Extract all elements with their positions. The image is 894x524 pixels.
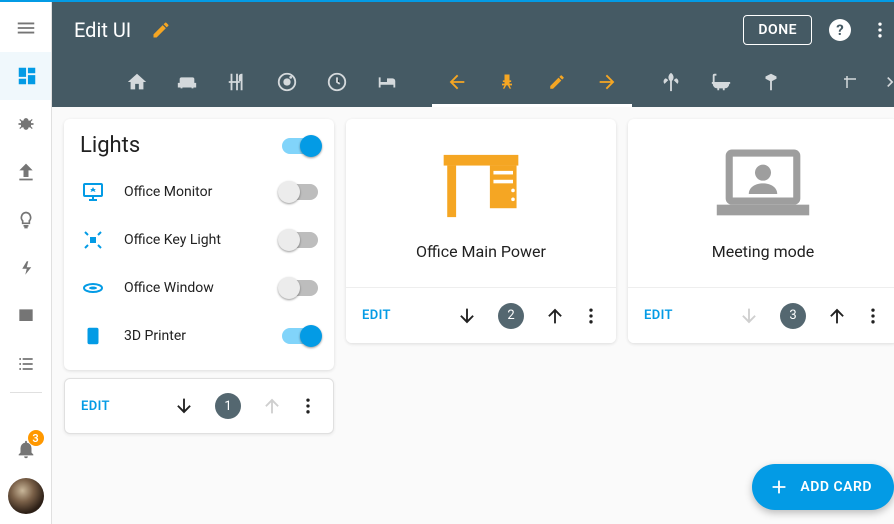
plus-icon — [768, 476, 790, 498]
edit-card-link[interactable]: EDIT — [644, 308, 673, 323]
tab-garden-icon[interactable] — [646, 57, 696, 107]
power-card: Office Main Power EDIT 2 — [346, 119, 616, 343]
tab-bed-icon[interactable] — [362, 57, 412, 107]
move-up-icon[interactable] — [820, 299, 854, 333]
card-edit-bar: EDIT 1 — [64, 378, 334, 434]
light-label: 3D Printer — [124, 328, 264, 344]
avatar[interactable] — [8, 478, 44, 514]
card-order-badge: 2 — [498, 303, 524, 329]
tab-add-icon[interactable] — [830, 57, 870, 107]
nav-debug[interactable] — [2, 100, 50, 148]
tab-camera-icon[interactable] — [746, 57, 796, 107]
light-toggle[interactable] — [282, 184, 318, 200]
edit-card-link[interactable]: EDIT — [362, 308, 391, 323]
svg-text:?: ? — [836, 21, 843, 39]
done-button[interactable]: DONE — [743, 15, 812, 45]
card-more-icon[interactable] — [858, 301, 888, 331]
light-row: Office Monitor — [80, 168, 318, 216]
move-down-icon[interactable] — [450, 299, 484, 333]
nav-updates[interactable] — [2, 148, 50, 196]
fab-label: ADD CARD — [800, 479, 872, 495]
tab-laundry-icon[interactable] — [262, 57, 312, 107]
move-down-icon[interactable] — [167, 389, 201, 423]
tab-sofa-icon[interactable] — [162, 57, 212, 107]
meeting-card: Meeting mode EDIT 3 — [628, 119, 894, 343]
nav-energy[interactable] — [2, 244, 50, 292]
light-toggle[interactable] — [282, 328, 318, 344]
card-more-icon[interactable] — [576, 301, 606, 331]
header: Edit UI DONE ? — [52, 2, 894, 57]
window-icon — [80, 276, 106, 300]
light-toggle[interactable] — [282, 232, 318, 248]
card-edit-bar: EDIT 2 — [346, 287, 616, 343]
card-order-badge: 1 — [215, 393, 241, 419]
light-label: Office Monitor — [124, 184, 264, 200]
tab-bath-icon[interactable] — [696, 57, 746, 107]
view-tabs — [52, 57, 894, 107]
edit-card-link[interactable]: EDIT — [81, 399, 110, 414]
tile-label: Office Main Power — [416, 242, 546, 261]
notifications-button[interactable]: 3 — [2, 428, 50, 470]
content-area: Lights Office Monitor Office Key Light — [52, 107, 894, 524]
tab-move-right-icon[interactable] — [582, 57, 632, 107]
keylight-icon — [80, 228, 106, 252]
tile-label: Meeting mode — [712, 242, 815, 261]
notification-badge: 3 — [28, 430, 44, 446]
tab-move-left-icon[interactable] — [432, 57, 482, 107]
nav-ideas[interactable] — [2, 196, 50, 244]
tab-office-icon[interactable] — [482, 57, 532, 107]
card-edit-bar: EDIT 3 — [628, 287, 894, 343]
monitor-icon — [80, 180, 106, 204]
light-label: Office Key Light — [124, 232, 264, 248]
help-icon[interactable]: ? — [828, 18, 852, 42]
tab-kitchen-icon[interactable] — [212, 57, 262, 107]
card-order-badge: 3 — [780, 303, 806, 329]
nav-list[interactable] — [2, 340, 50, 388]
edit-title-icon[interactable] — [151, 20, 171, 40]
card-more-icon[interactable] — [293, 391, 323, 421]
nav-dashboard[interactable] — [0, 52, 51, 100]
light-row: Office Window — [80, 264, 318, 312]
sidebar: 3 — [0, 2, 52, 524]
nav-person[interactable] — [2, 292, 50, 340]
desk-icon — [436, 146, 526, 226]
tab-home-icon[interactable] — [112, 57, 162, 107]
sidebar-divider — [10, 392, 42, 393]
move-up-icon — [255, 389, 289, 423]
move-up-icon[interactable] — [538, 299, 572, 333]
light-toggle[interactable] — [282, 280, 318, 296]
lights-master-toggle[interactable] — [282, 138, 318, 154]
add-card-fab[interactable]: ADD CARD — [752, 464, 894, 510]
header-more-icon[interactable] — [864, 14, 894, 46]
light-row: 3D Printer — [80, 312, 318, 360]
laptop-person-icon — [708, 146, 818, 226]
tab-rename-icon[interactable] — [532, 57, 582, 107]
printer-icon — [80, 325, 106, 347]
lights-title: Lights — [80, 133, 140, 158]
active-tab-segment — [432, 57, 632, 107]
light-label: Office Window — [124, 280, 264, 296]
tab-climate-icon[interactable] — [312, 57, 362, 107]
tab-scroll-right-icon[interactable] — [870, 57, 894, 107]
page-title: Edit UI — [74, 18, 131, 42]
move-down-icon — [732, 299, 766, 333]
light-row: Office Key Light — [80, 216, 318, 264]
lights-card: Lights Office Monitor Office Key Light — [64, 119, 334, 370]
hamburger-menu[interactable] — [2, 4, 50, 52]
